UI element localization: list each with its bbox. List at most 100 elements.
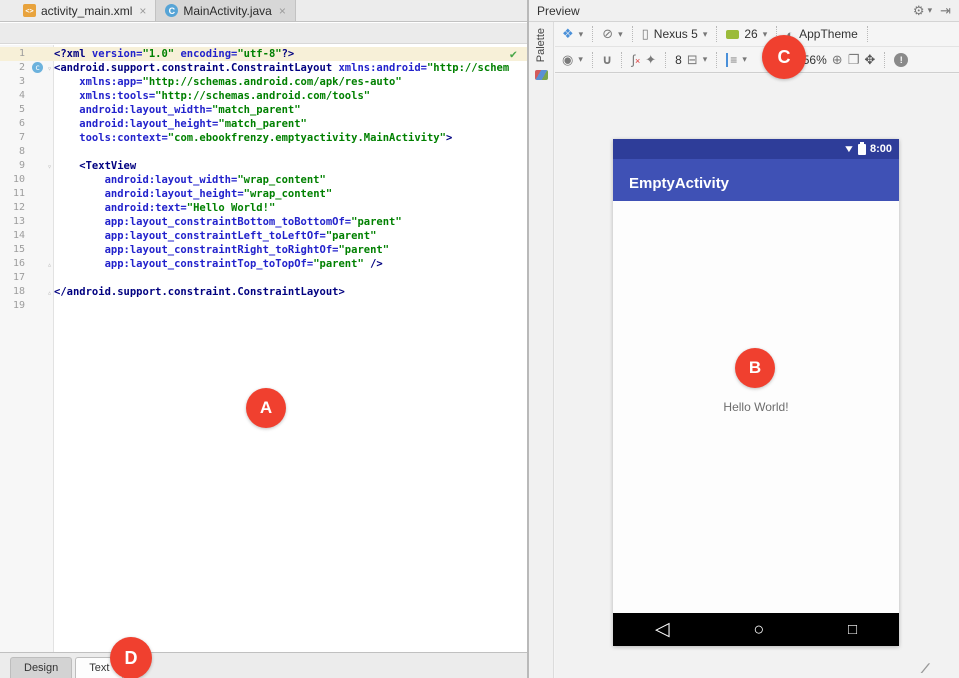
class-gutter-icon[interactable]: c <box>32 62 43 73</box>
code-line[interactable]: 11 android:layout_height="wrap_content" <box>0 187 527 201</box>
chevron-down-icon[interactable]: ▾ <box>763 29 768 40</box>
orientation-icon[interactable]: ⊘ <box>602 26 613 42</box>
fold-marker-icon[interactable]: ▵ <box>47 258 52 272</box>
code-line[interactable]: 18 ▵</android.support.constraint.Constrai… <box>0 285 527 299</box>
chevron-down-icon[interactable]: ▾ <box>618 29 623 40</box>
code-text[interactable]: android:layout_width="match_parent" <box>54 103 527 117</box>
infer-constraints-icon[interactable]: ✦ <box>645 52 656 68</box>
theme-selector[interactable]: AppTheme <box>799 27 858 41</box>
code-line[interactable]: 17 <box>0 271 527 285</box>
code-line[interactable]: 4 xmlns:tools="http://schemas.android.co… <box>0 89 527 103</box>
code-text[interactable]: <TextView <box>54 159 527 173</box>
code-text[interactable]: <android.support.constraint.ConstraintLa… <box>54 61 527 75</box>
lint-warnings-icon[interactable]: ! <box>894 53 908 67</box>
code-line[interactable]: 7 tools:context="com.ebookfrenzy.emptyac… <box>0 131 527 145</box>
code-line[interactable]: 8 <box>0 145 527 159</box>
device-content[interactable]: Hello World! <box>613 201 899 613</box>
pack-distribute-icon[interactable]: ⊟ <box>687 52 698 68</box>
device-nav-bar: ◁ ○ □ <box>613 613 899 646</box>
code-line[interactable]: 16▵ app:layout_constraintTop_toTopOf="pa… <box>0 257 527 271</box>
chevron-down-icon[interactable]: ▾ <box>579 29 584 40</box>
fold-marker-icon[interactable]: ▵ <box>47 286 52 300</box>
zoom-in-icon[interactable]: ⊕ <box>832 52 843 68</box>
default-margin-value[interactable]: 8 <box>675 53 682 67</box>
line-number: 12 <box>0 201 27 215</box>
device-frame-icon: ▯ <box>642 26 649 42</box>
clear-constraints-icon[interactable]: ∫× <box>631 52 640 67</box>
code-token: "match_parent" <box>212 104 301 116</box>
line-number: 18 <box>0 285 27 299</box>
code-token: "http://schem <box>427 62 509 74</box>
code-text[interactable]: android:layout_width="wrap_content" <box>54 173 527 187</box>
fold-marker-icon[interactable]: ▿ <box>47 160 52 174</box>
code-text[interactable]: app:layout_constraintTop_toTopOf="parent… <box>54 257 527 271</box>
code-text[interactable]: <?xml version="1.0" encoding="utf-8"?> <box>54 47 527 61</box>
code-editor[interactable]: 1<?xml version="1.0" encoding="utf-8"?>2… <box>0 45 527 652</box>
gutter-icon-cell <box>27 201 54 215</box>
code-token: app:layout_constraintTop_toTopOf= <box>54 258 313 270</box>
code-line[interactable]: 15 app:layout_constraintRight_toRightOf=… <box>0 243 527 257</box>
clear-constraints-x: × <box>635 56 640 66</box>
close-icon[interactable]: × <box>139 4 146 18</box>
chevron-down-icon[interactable]: ▾ <box>703 29 708 40</box>
code-line[interactable]: 3 xmlns:app="http://schemas.android.com/… <box>0 75 527 89</box>
code-line[interactable]: 10 android:layout_width="wrap_content" <box>0 173 527 187</box>
code-text[interactable]: </android.support.constraint.ConstraintL… <box>54 285 527 299</box>
editor-mode-tabs: Design Text <box>0 652 527 678</box>
hide-panel-icon[interactable]: ⇥ <box>940 3 951 19</box>
palette-tab[interactable]: Palette <box>535 28 547 62</box>
annotation-circle-a: A <box>246 388 286 428</box>
chevron-down-icon[interactable]: ▾ <box>742 54 747 65</box>
view-options-eye-icon[interactable]: ◉ <box>562 52 573 68</box>
tab-label: activity_main.xml <box>41 4 132 18</box>
code-text[interactable]: android:layout_height="match_parent" <box>54 117 527 131</box>
chevron-down-icon[interactable]: ▾ <box>703 54 708 65</box>
inspection-ok-icon[interactable]: ✔ <box>510 47 517 61</box>
code-text[interactable]: app:layout_constraintLeft_toLeftOf="pare… <box>54 229 527 243</box>
tab-activity-main-xml[interactable]: <> activity_main.xml × <box>14 0 155 21</box>
code-line[interactable]: 12 android:text="Hello World!" <box>0 201 527 215</box>
close-icon[interactable]: × <box>279 4 286 18</box>
code-text[interactable]: android:layout_height="wrap_content" <box>54 187 527 201</box>
nav-home-icon[interactable]: ○ <box>753 619 764 640</box>
tab-mainactivity-java[interactable]: C MainActivity.java × <box>155 0 296 21</box>
code-line[interactable]: 13 app:layout_constraintBottom_toBottomO… <box>0 215 527 229</box>
code-text[interactable]: app:layout_constraintBottom_toBottomOf="… <box>54 215 527 229</box>
nav-recents-icon[interactable]: □ <box>848 621 857 638</box>
layout-variants-icon[interactable]: ❖ <box>562 26 574 42</box>
nav-back-icon[interactable]: ◁ <box>655 618 670 641</box>
code-token: "parent" <box>338 244 389 256</box>
code-token: android:layout_height= <box>54 188 244 200</box>
code-line[interactable]: 1<?xml version="1.0" encoding="utf-8"?> <box>0 47 527 61</box>
fit-to-screen-icon[interactable]: ❐ <box>848 52 860 68</box>
code-text[interactable]: android:text="Hello World!" <box>54 201 527 215</box>
code-text[interactable]: app:layout_constraintRight_toRightOf="pa… <box>54 243 527 257</box>
preview-pane: Preview ⚙ ▾ ⇥ Palette ❖ ▾ ⊘ ▾ ▯ Nexus 5 … <box>529 0 959 678</box>
code-text[interactable]: tools:context="com.ebookfrenzy.emptyacti… <box>54 131 527 145</box>
chevron-down-icon[interactable]: ▾ <box>578 54 583 65</box>
device-preview[interactable]: ▼ 8:00 EmptyActivity Hello World! ◁ ○ □ <box>613 139 899 646</box>
palette-icon <box>535 70 548 80</box>
hello-world-textview[interactable]: Hello World! <box>723 400 788 414</box>
code-line[interactable]: 19 <box>0 299 527 313</box>
code-token: "parent" <box>313 258 364 270</box>
gear-icon[interactable]: ⚙ <box>913 3 925 19</box>
code-line[interactable]: 14 app:layout_constraintLeft_toLeftOf="p… <box>0 229 527 243</box>
code-line[interactable]: 6 android:layout_height="match_parent" <box>0 117 527 131</box>
code-line[interactable]: 9▿ <TextView <box>0 159 527 173</box>
code-token: /> <box>364 258 383 270</box>
gutter-icon-cell: ▵ <box>27 285 54 299</box>
api-level-selector[interactable]: 26 <box>744 27 757 41</box>
code-line[interactable]: 2c▿<android.support.constraint.Constrain… <box>0 61 527 75</box>
align-icon[interactable]: ≡ <box>726 53 737 67</box>
code-text[interactable]: xmlns:tools="http://schemas.android.com/… <box>54 89 527 103</box>
tab-design[interactable]: Design <box>10 657 72 678</box>
app-bar-title: EmptyActivity <box>629 175 729 192</box>
pan-hand-icon[interactable]: ✥ <box>864 52 875 68</box>
fold-marker-icon[interactable]: ▿ <box>47 62 52 76</box>
autoconnect-magnet-icon[interactable]: ∪ <box>602 52 613 68</box>
line-number: 7 <box>0 131 27 145</box>
code-text[interactable]: xmlns:app="http://schemas.android.com/ap… <box>54 75 527 89</box>
device-selector[interactable]: Nexus 5 <box>654 27 698 41</box>
code-line[interactable]: 5 android:layout_width="match_parent" <box>0 103 527 117</box>
